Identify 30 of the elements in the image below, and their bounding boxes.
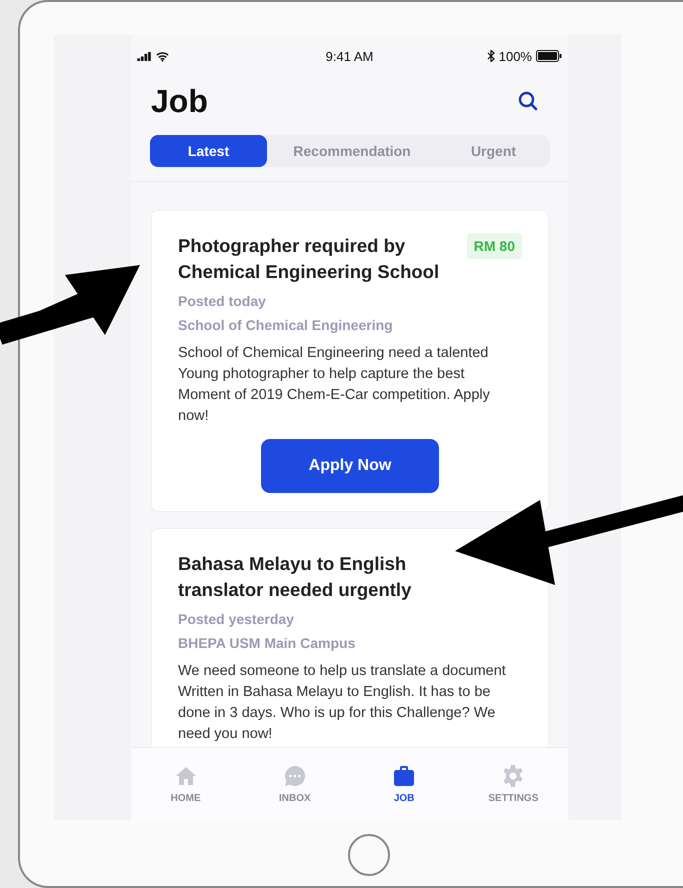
briefcase-icon bbox=[392, 764, 416, 788]
pay-tag: RM 80 bbox=[466, 233, 522, 259]
job-description: We need someone to help us translate a document Written in Bahasa Melayu to English. It has to be done in 3 days. Who is up for this Challenge? We need you now! bbox=[178, 662, 507, 744]
wifi-icon bbox=[156, 50, 169, 62]
page-title: Job bbox=[151, 82, 208, 120]
tab[interactable]: Urgent bbox=[437, 135, 550, 167]
signal-icon bbox=[137, 52, 152, 60]
gear-icon bbox=[501, 764, 526, 788]
job-title: Photographer required by Chemical Engineering School bbox=[178, 234, 440, 284]
organizer-name: BHEPA USM Main Campus bbox=[178, 635, 356, 651]
nav-item[interactable]: INBOX bbox=[250, 763, 340, 805]
nav-item[interactable]: HOME bbox=[140, 763, 231, 805]
nav-item[interactable]: SETTINGS bbox=[468, 763, 558, 805]
battery-icon bbox=[536, 50, 562, 62]
battery-percent: 100% bbox=[498, 48, 532, 64]
bluetooth-icon bbox=[486, 50, 495, 62]
status-time: 9:41 AM bbox=[326, 48, 374, 64]
job-description: School of Chemical Engineering need a talented Young photographer to help capture the best Moment of 2019 Chem-E-Car competition. Apply now! bbox=[178, 344, 491, 426]
posted-date: Posted yesterday bbox=[178, 611, 295, 627]
nav-item[interactable]: JOB bbox=[359, 763, 450, 805]
home-button[interactable] bbox=[348, 834, 390, 876]
organizer-name: School of Chemical Engineering bbox=[178, 317, 394, 333]
tab[interactable]: Recommendation bbox=[267, 135, 437, 167]
posted-date: Posted today bbox=[178, 293, 267, 309]
search-icon[interactable] bbox=[518, 91, 538, 111]
apply-button[interactable]: Apply Now bbox=[261, 439, 439, 493]
chat-bubble-icon bbox=[282, 764, 307, 788]
job-title: Bahasa Melayu to English translator needed urgently bbox=[178, 552, 412, 602]
tab[interactable]: Latest bbox=[150, 135, 267, 167]
home-icon bbox=[174, 764, 198, 788]
